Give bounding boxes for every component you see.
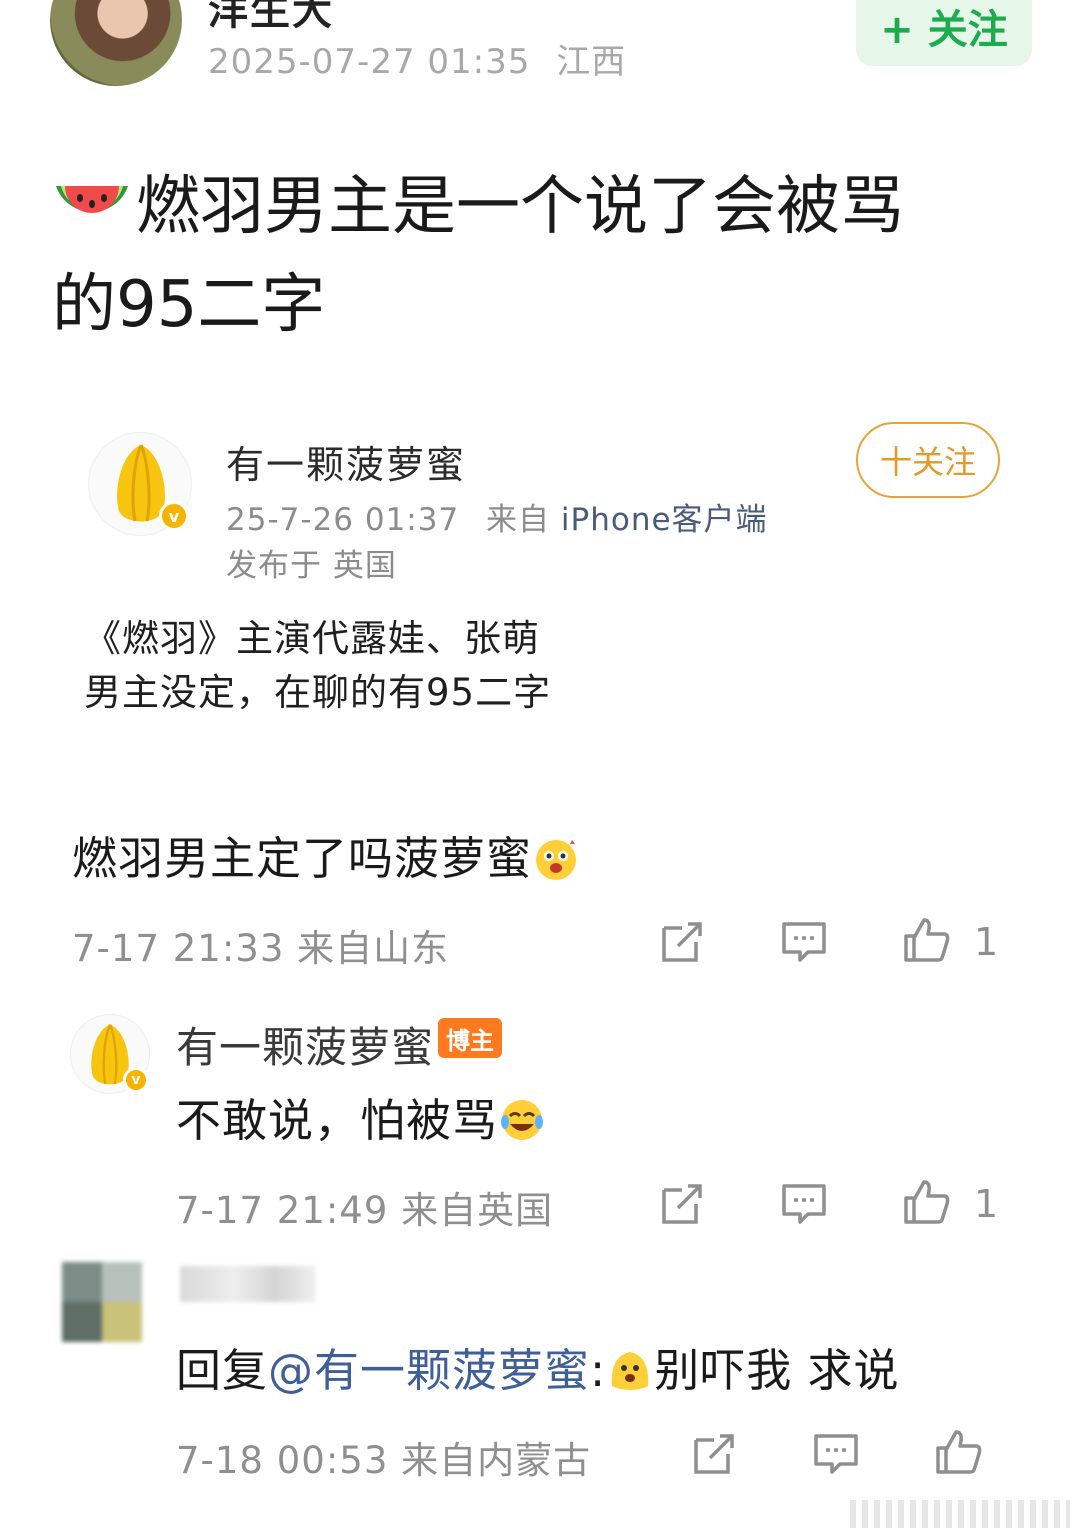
scared-face-icon bbox=[612, 1352, 649, 1390]
like-icon[interactable] bbox=[934, 1428, 982, 1476]
post-title-line2: 的95二字 bbox=[52, 268, 326, 342]
verified-icon: v bbox=[123, 1067, 149, 1093]
pixelated-avatar[interactable] bbox=[62, 1262, 142, 1342]
reply-text-content: 不敢说，怕被骂 bbox=[176, 1094, 499, 1147]
like-count: 1 bbox=[974, 1182, 999, 1226]
comment-text-content: 燃羽男主定了吗菠萝蜜 bbox=[72, 832, 533, 885]
comment-meta: 7-17 21:33 来自山东 bbox=[72, 927, 450, 970]
reply-prefix: 回复 bbox=[176, 1344, 269, 1397]
post-meta: 2025-07-27 01:35 江西 bbox=[208, 34, 626, 83]
post-title-line1: 燃羽男主是一个说了会被骂 bbox=[136, 170, 904, 244]
quoted-date: 25-7-26 01:37 bbox=[226, 502, 460, 538]
reply-avatar[interactable]: v bbox=[70, 1014, 150, 1094]
reply-text-content: 别吓我 求说 bbox=[654, 1344, 900, 1397]
quoted-from: 来自 bbox=[486, 502, 551, 538]
excited-face-icon bbox=[536, 840, 577, 880]
comment-icon[interactable] bbox=[780, 918, 828, 966]
author-avatar[interactable] bbox=[50, 0, 182, 86]
reply-text: 不敢说，怕被骂 bbox=[176, 1084, 546, 1149]
share-icon[interactable] bbox=[658, 918, 706, 966]
quoted-author-name[interactable]: 有一颗菠萝蜜 bbox=[226, 434, 466, 489]
follow-button[interactable]: + 关注 bbox=[856, 0, 1032, 66]
quoted-follow-button[interactable]: 十关注 bbox=[856, 422, 1000, 498]
post-title: 燃羽男主是一个说了会被骂 的95二字 bbox=[52, 158, 1032, 354]
like-icon[interactable] bbox=[902, 1178, 950, 1226]
watermark bbox=[850, 1500, 1070, 1528]
post-location: 江西 bbox=[556, 42, 627, 82]
share-icon[interactable] bbox=[658, 1180, 706, 1228]
comment-icon[interactable] bbox=[812, 1430, 860, 1478]
pixelated-username bbox=[180, 1266, 316, 1302]
watermelon-icon bbox=[56, 186, 128, 213]
quoted-meta: 25-7-26 01:37 来自 iPhone客户端 bbox=[226, 494, 768, 539]
mention-link[interactable]: @有一颗菠萝蜜 bbox=[268, 1344, 590, 1397]
tears-of-joy-icon bbox=[501, 1100, 544, 1140]
share-icon[interactable] bbox=[690, 1430, 738, 1478]
like-icon[interactable] bbox=[902, 916, 950, 964]
post-timestamp: 2025-07-27 01:35 bbox=[208, 42, 531, 82]
author-name[interactable]: 洋生大 bbox=[208, 0, 334, 36]
quoted-author-avatar[interactable]: v bbox=[88, 432, 192, 536]
comment-icon[interactable] bbox=[780, 1180, 828, 1228]
reply-meta: 7-18 00:53 来自内蒙古 bbox=[176, 1439, 592, 1482]
like-count: 1 bbox=[974, 920, 999, 964]
blogger-badge: 博主 bbox=[438, 1018, 502, 1058]
quoted-body-line1: 《燃羽》主演代露娃、张萌 bbox=[84, 617, 540, 660]
verified-icon: v bbox=[159, 501, 189, 531]
reply-text: 回复@有一颗菠萝蜜: 别吓我 求说 bbox=[176, 1334, 900, 1399]
reply-author-name[interactable]: 有一颗菠萝蜜 bbox=[176, 1014, 434, 1075]
quoted-source: iPhone客户端 bbox=[560, 502, 768, 538]
quoted-body-line2: 男主没定，在聊的有95二字 bbox=[84, 671, 552, 714]
reply-separator: : bbox=[590, 1344, 607, 1397]
reply-meta: 7-17 21:49 来自英国 bbox=[176, 1189, 554, 1232]
comment-text: 燃羽男主定了吗菠萝蜜 bbox=[72, 822, 580, 887]
quoted-location: 发布于 英国 bbox=[226, 548, 397, 584]
